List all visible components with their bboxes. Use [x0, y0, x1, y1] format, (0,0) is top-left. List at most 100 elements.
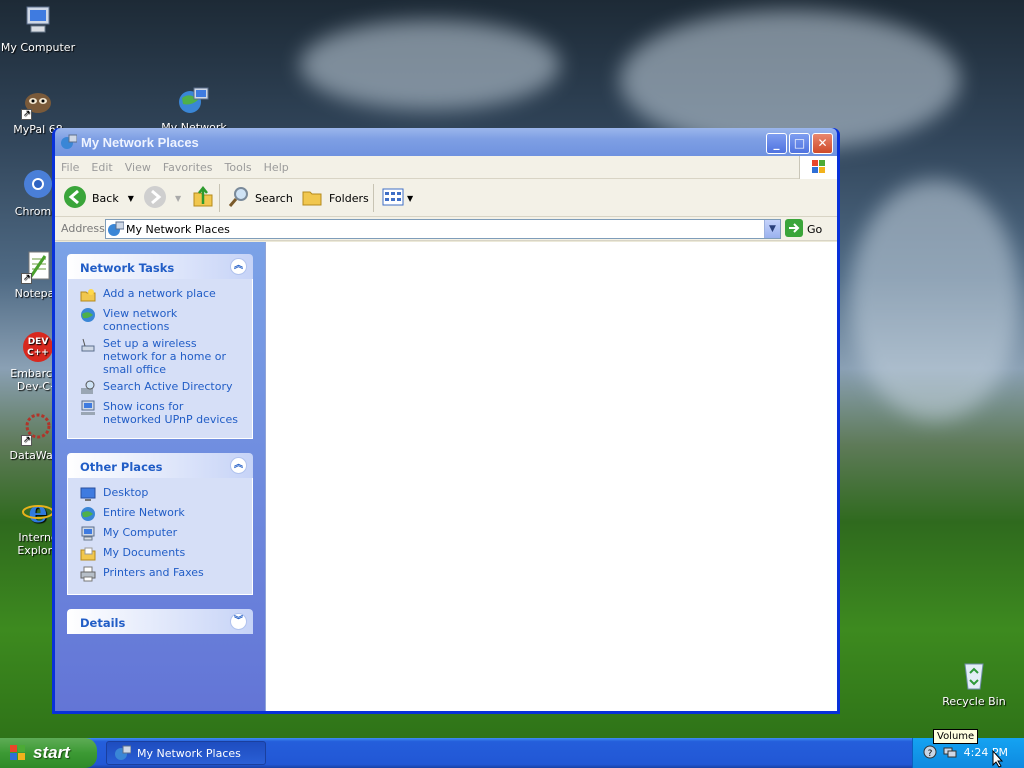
back-dropdown-icon[interactable]: ▼ [128, 194, 134, 203]
address-dropdown-icon[interactable]: ▼ [764, 220, 780, 238]
views-dropdown-icon: ▼ [407, 193, 414, 203]
title-bar[interactable]: My Network Places _ □ ✕ [55, 128, 837, 156]
start-button[interactable]: start [0, 738, 97, 768]
chevron-up-icon[interactable]: ︽ [230, 258, 247, 275]
desktop-icon-recycle-bin[interactable]: Recycle Bin [936, 658, 1012, 708]
taskbar-item-label: My Network Places [137, 746, 241, 760]
folders-icon [301, 185, 325, 212]
minimize-icon: _ [773, 136, 780, 150]
search-icon [227, 185, 251, 212]
place-my-computer[interactable]: My Computer [80, 526, 244, 542]
network-tasks-panel: Network Tasks ︽ Add a network place View… [67, 254, 253, 439]
desktop-icon-my-computer[interactable]: My Computer [0, 4, 76, 54]
network-places-icon [115, 745, 131, 761]
wallpaper-cloud [300, 20, 560, 110]
place-my-documents[interactable]: My Documents [80, 546, 244, 562]
shortcut-arrow-icon: ↗ [21, 109, 32, 120]
menu-edit[interactable]: Edit [85, 156, 118, 174]
panel-header[interactable]: Network Tasks ︽ [67, 254, 253, 279]
address-value: My Network Places [126, 223, 230, 236]
toolbar-separator [373, 184, 374, 212]
wireless-network-icon [80, 337, 96, 353]
svg-text:e: e [28, 495, 47, 528]
forward-dropdown-icon[interactable]: ▼ [175, 194, 181, 203]
other-places-panel: Other Places ︽ Desktop Entire Network My… [67, 453, 253, 595]
panel-header[interactable]: Details ︾ [67, 609, 253, 634]
recycle-bin-icon [957, 658, 991, 692]
chevron-up-icon[interactable]: ︽ [230, 457, 247, 474]
chromium-icon [21, 168, 55, 202]
menu-favorites[interactable]: Favorites [157, 156, 219, 174]
task-setup-wireless[interactable]: Set up a wireless network for a home or … [80, 337, 244, 376]
content-area: Network Tasks ︽ Add a network place View… [55, 242, 837, 711]
back-label: Back [92, 191, 119, 205]
panel-title: Network Tasks [80, 261, 175, 275]
up-folder-button[interactable] [191, 185, 215, 211]
folders-label: Folders [329, 191, 369, 205]
place-desktop[interactable]: Desktop [80, 486, 244, 502]
menu-bar: File Edit View Favorites Tools Help [55, 156, 837, 179]
desktop-icon-my-network[interactable]: My Network [156, 84, 232, 134]
taskbar-item-my-network-places[interactable]: My Network Places [106, 741, 266, 765]
mouse-cursor-icon [992, 749, 1004, 768]
folders-button[interactable]: Folders [301, 185, 369, 211]
search-directory-icon [80, 380, 96, 396]
svg-text:?: ? [928, 749, 933, 759]
task-show-upnp-icons[interactable]: Show icons for networked UPnP devices [80, 400, 244, 426]
network-places-icon [177, 84, 211, 118]
windows-logo-icon [799, 156, 837, 179]
forward-button[interactable]: ▼ [143, 185, 181, 211]
chevron-down-icon[interactable]: ︾ [230, 613, 247, 630]
search-label: Search [255, 191, 293, 205]
go-button[interactable]: Go [785, 219, 822, 240]
entire-network-icon [80, 506, 96, 522]
go-arrow-icon [785, 219, 803, 240]
search-button[interactable]: Search [227, 185, 293, 211]
menu-tools[interactable]: Tools [219, 156, 258, 174]
close-button[interactable]: ✕ [812, 133, 833, 154]
start-label: start [33, 743, 70, 762]
windows-logo-icon [9, 744, 27, 762]
volume-tooltip: Volume [933, 729, 979, 744]
desktop-icon [80, 486, 96, 502]
panel-title: Details [80, 616, 126, 630]
panel-header[interactable]: Other Places ︽ [67, 453, 253, 478]
place-entire-network[interactable]: Entire Network [80, 506, 244, 522]
task-search-active-directory[interactable]: Search Active Directory [80, 380, 244, 396]
shortcut-arrow-icon: ↗ [21, 273, 32, 284]
menu-view[interactable]: View [119, 156, 157, 174]
printer-icon [80, 566, 96, 582]
computer-icon [80, 526, 96, 542]
help-tray-icon[interactable]: ? [923, 745, 937, 762]
task-add-network-place[interactable]: Add a network place [80, 287, 244, 303]
network-tray-icon[interactable] [943, 745, 957, 762]
standard-toolbar: Back ▼ ▼ Search Folders ▼ [55, 179, 837, 217]
computer-icon [21, 4, 55, 38]
task-view-network-connections[interactable]: View network connections [80, 307, 244, 333]
address-label: Address [61, 222, 105, 235]
svg-text:DEV: DEV [28, 337, 49, 347]
menu-help[interactable]: Help [258, 156, 295, 174]
place-printers-faxes[interactable]: Printers and Faxes [80, 566, 244, 582]
panel-title: Other Places [80, 460, 163, 474]
window-client: File Edit View Favorites Tools Help Back ▼ ▼ … [55, 156, 837, 711]
address-input[interactable]: My Network Places ▼ [105, 219, 781, 239]
go-label: Go [807, 223, 823, 236]
task-pane: Network Tasks ︽ Add a network place View… [55, 242, 265, 711]
maximize-button[interactable]: □ [789, 133, 810, 154]
details-panel: Details ︾ [67, 609, 253, 634]
file-list-area[interactable] [265, 242, 837, 711]
minimize-button[interactable]: _ [766, 133, 787, 154]
internet-explorer-icon: e [21, 494, 55, 530]
views-button[interactable]: ▼ [381, 185, 413, 211]
panel-body: Add a network place View network connect… [67, 279, 253, 439]
maximize-icon: □ [793, 136, 806, 150]
datawago-icon: ↗ [21, 412, 55, 446]
address-bar: Address My Network Places ▼ Go [55, 217, 837, 241]
upnp-devices-icon [80, 400, 96, 416]
back-button[interactable]: Back ▼ [63, 185, 134, 211]
network-connections-icon [80, 307, 96, 323]
menu-file[interactable]: File [55, 156, 85, 174]
explorer-window: My Network Places _ □ ✕ File Edit View Favo… [52, 128, 840, 714]
shortcut-arrow-icon: ↗ [21, 435, 32, 446]
